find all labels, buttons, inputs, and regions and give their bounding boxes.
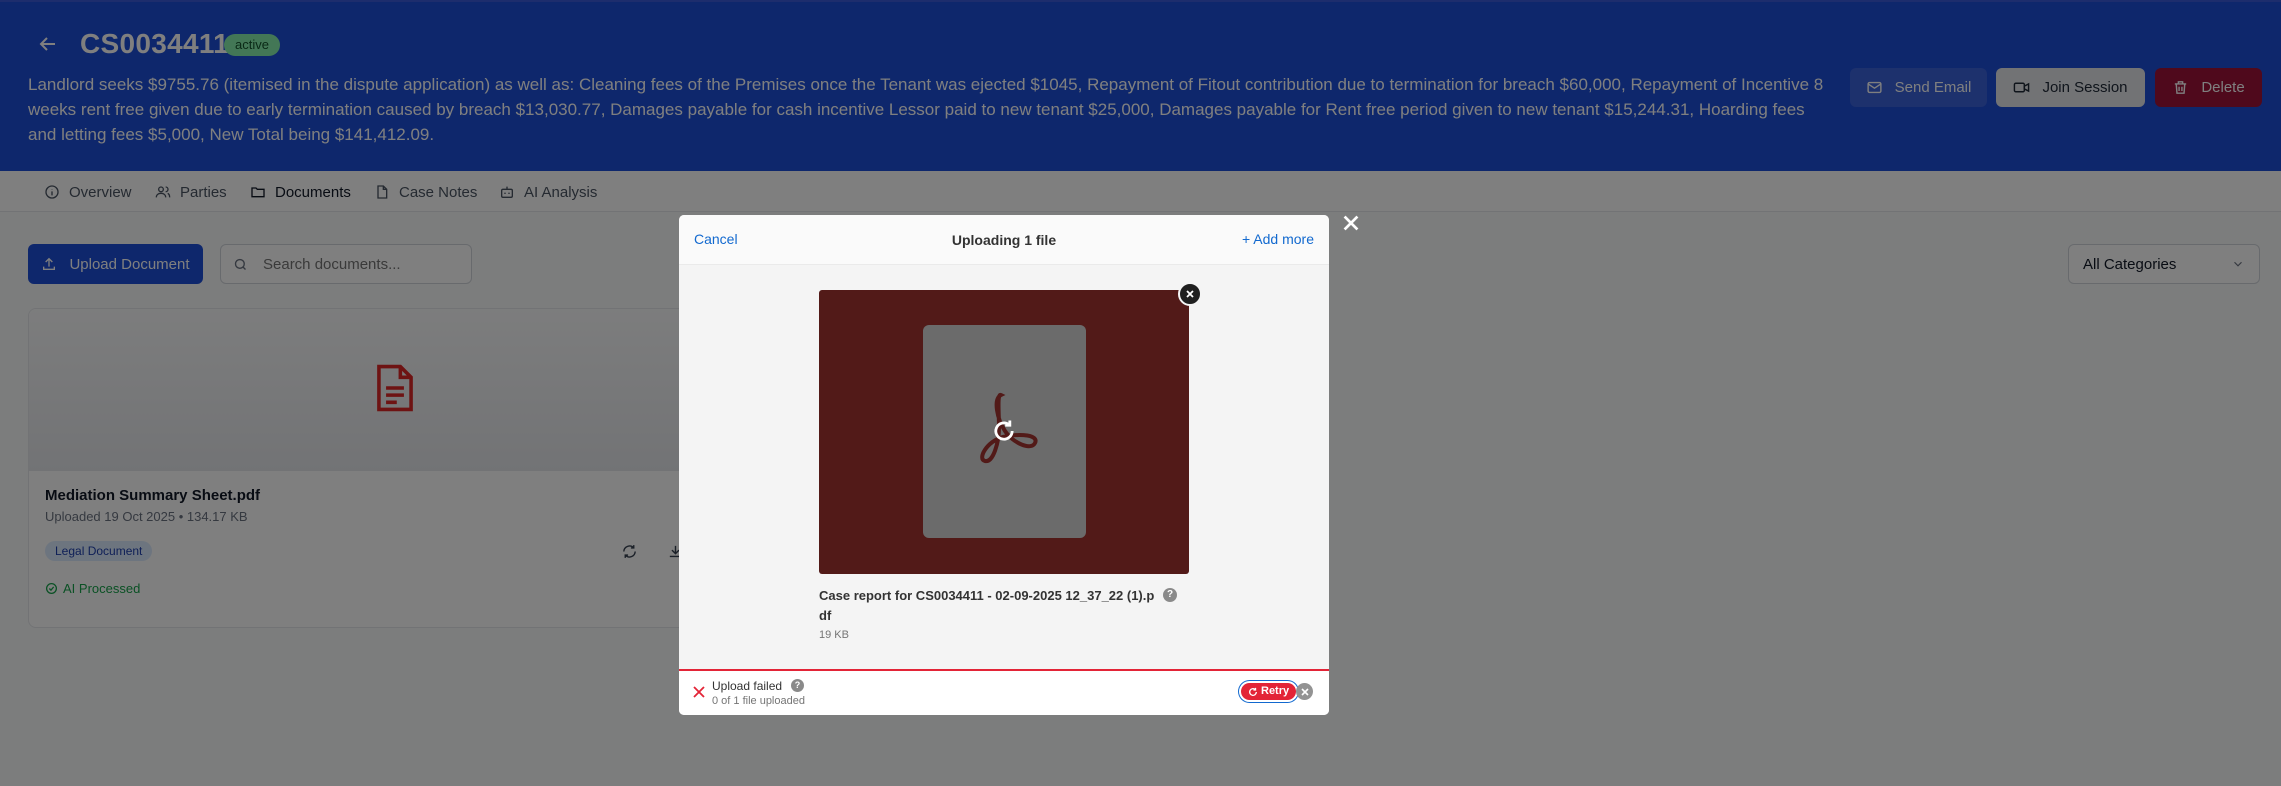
modal-title: Uploading 1 file	[951, 232, 1057, 248]
file-thumbnail	[819, 290, 1189, 574]
modal-overlay[interactable]: Cancel Uploading 1 file + Add more Case …	[0, 0, 2281, 786]
add-more-link[interactable]: + Add more	[1242, 231, 1314, 247]
close-icon[interactable]	[1340, 212, 1362, 234]
retry-button[interactable]: Retry	[1241, 683, 1297, 700]
help-icon[interactable]: ?	[1163, 588, 1177, 602]
file-size: 19 KB	[819, 629, 849, 641]
status-title: Upload failed	[712, 679, 783, 693]
error-x-icon	[693, 686, 705, 698]
status-subtitle: 0 of 1 file uploaded	[712, 695, 805, 707]
retry-icon	[1249, 687, 1258, 696]
close-icon	[1300, 687, 1309, 696]
retry-label: Retry	[1261, 685, 1290, 697]
add-more-label: Add more	[1253, 231, 1314, 247]
close-icon	[1186, 290, 1194, 298]
file-name: Case report for CS0034411 - 02-09-2025 1…	[819, 588, 1155, 623]
cancel-upload-button[interactable]	[1296, 683, 1313, 700]
help-icon[interactable]: ?	[791, 679, 804, 692]
upload-modal: Cancel Uploading 1 file + Add more Case …	[679, 215, 1329, 715]
retry-overlay-icon[interactable]	[990, 417, 1018, 445]
upload-status-bar: Upload failed ? 0 of 1 file uploaded Ret…	[679, 669, 1329, 715]
modal-header: Cancel Uploading 1 file + Add more	[679, 215, 1329, 265]
remove-file-button[interactable]	[1178, 282, 1202, 306]
